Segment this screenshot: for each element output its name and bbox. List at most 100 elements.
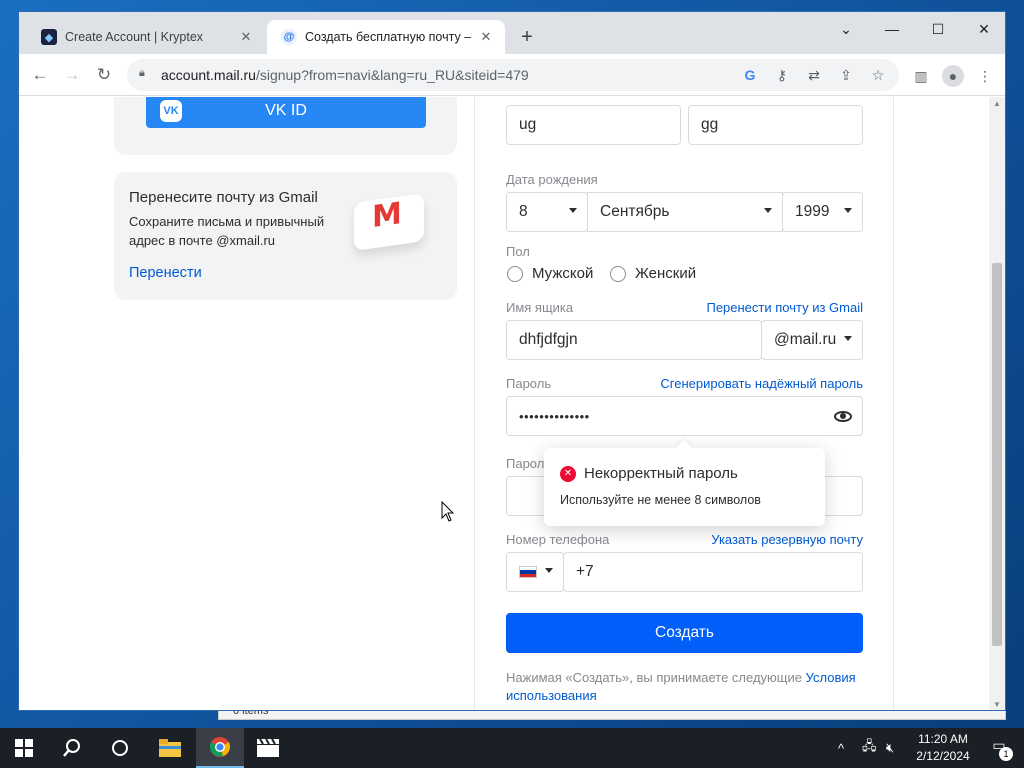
url-host: account.mail.ru	[161, 67, 256, 83]
error-x-icon: ✕	[560, 466, 576, 482]
mouse-cursor-icon	[441, 501, 455, 522]
close-tab-icon[interactable]: ✕	[237, 29, 255, 45]
network-icon[interactable]: 🖧︎	[862, 728, 877, 768]
column-divider	[893, 97, 894, 710]
taskbar-clock[interactable]: 11:20 AM 2/12/2024	[908, 731, 978, 765]
translate-icon[interactable]: ⇄	[803, 65, 825, 85]
password-input[interactable]: ••••••••••••••	[506, 396, 863, 436]
gmail-card-text: Сохраните письма и привычный адрес в поч…	[129, 214, 325, 248]
country-code-select[interactable]	[506, 552, 564, 592]
side-panel-icon[interactable]: ▥	[910, 65, 932, 87]
notification-center-icon[interactable]: ▭ 1	[988, 737, 1013, 761]
google-g-icon[interactable]: G	[739, 65, 761, 85]
new-tab-button[interactable]: +	[515, 25, 539, 49]
gender-female-label: Женский	[635, 265, 697, 282]
profile-avatar-icon[interactable]: ●	[942, 65, 964, 87]
page-scrollbar[interactable]: ▲ ▼	[989, 97, 1005, 710]
column-divider	[474, 97, 475, 710]
notification-count-badge: 1	[999, 747, 1013, 761]
chrome-taskbar-icon[interactable]	[196, 728, 244, 768]
chevron-down-icon	[569, 208, 577, 213]
password-value: ••••••••••••••	[519, 408, 590, 424]
chevron-down-icon	[545, 568, 553, 573]
radio-circle-icon	[610, 265, 626, 282]
vk-id-label: VK ID	[265, 101, 307, 119]
birth-day-select[interactable]: 8	[506, 192, 588, 232]
search-icon[interactable]	[48, 728, 96, 768]
address-bar[interactable]: 🔒︎ account.mail.ru/signup?from=navi&lang…	[127, 59, 899, 91]
close-window-button[interactable]: ✕	[961, 16, 1005, 42]
share-icon[interactable]: ⇪	[835, 65, 857, 85]
show-password-eye-icon[interactable]	[834, 409, 852, 423]
maximize-button[interactable]: ☐	[915, 16, 961, 42]
task-view-icon[interactable]	[96, 728, 144, 768]
scroll-up-arrow-icon[interactable]: ▲	[989, 97, 1005, 111]
url-text[interactable]: account.mail.ru/signup?from=navi&lang=ru…	[161, 67, 529, 83]
windows-taskbar: ^ 🖧︎ 🔇︎ 11:20 AM 2/12/2024 ▭ 1	[0, 728, 1024, 768]
scrollbar-thumb[interactable]	[992, 263, 1002, 646]
minimize-button[interactable]: —	[869, 16, 915, 42]
clock-time: 11:20 AM	[918, 732, 968, 746]
phone-number-input[interactable]: +7	[563, 552, 863, 592]
key-icon[interactable]: ⚷	[771, 65, 793, 85]
browser-window: ◆ Create Account | Kryptex ✕ @ Создать б…	[18, 11, 1006, 711]
mail-domain-select[interactable]: @mail.ru	[761, 320, 863, 360]
first-name-field[interactable]: ug	[506, 105, 681, 145]
radio-circle-icon	[507, 265, 523, 282]
generate-password-link[interactable]: Сгенерировать надёжный пароль	[660, 376, 863, 391]
lock-icon[interactable]: 🔒︎	[139, 67, 145, 80]
volume-muted-icon[interactable]: 🔇︎	[886, 728, 894, 768]
gmail-import-card: Перенесите почту из Gmail Сохраните пись…	[114, 172, 457, 300]
back-arrow-icon[interactable]: ←	[27, 62, 53, 88]
gender-female-radio[interactable]: Женский	[610, 265, 696, 282]
tab-title: Create Account | Kryptex	[65, 30, 204, 44]
browser-toolbar: ← → ↻ 🔒︎ account.mail.ru/signup?from=nav…	[19, 54, 1005, 96]
gender-male-radio[interactable]: Мужской	[507, 265, 593, 282]
gmail-envelope-icon: M	[350, 190, 430, 251]
birth-month-select[interactable]: Сентябрь	[587, 192, 783, 232]
bookmark-star-icon[interactable]: ☆	[867, 65, 889, 85]
backup-email-link[interactable]: Указать резервную почту	[711, 532, 863, 547]
transfer-gmail-link[interactable]: Перенести почту из Gmail	[706, 300, 863, 315]
birth-day-value: 8	[519, 203, 528, 220]
gmail-transfer-link[interactable]: Перенести	[129, 265, 202, 281]
chevron-down-icon	[844, 336, 852, 341]
clock-date: 2/12/2024	[916, 749, 970, 763]
vk-login-card: VK VK ID	[114, 97, 457, 155]
last-name-field[interactable]: gg	[688, 105, 863, 145]
tab-mail-signup[interactable]: @ Создать бесплатную почту — M ✕	[267, 20, 505, 54]
menu-kebab-icon[interactable]: ⋮	[974, 65, 996, 87]
tab-kryptex[interactable]: ◆ Create Account | Kryptex ✕	[27, 20, 265, 54]
russia-flag-icon	[519, 566, 537, 578]
tooltip-subtitle: Используйте не менее 8 символов	[560, 493, 761, 507]
tab-title: Создать бесплатную почту — M	[305, 30, 471, 44]
phone-value: +7	[576, 563, 594, 580]
vk-id-button[interactable]: VK VK ID	[146, 97, 426, 128]
tab-strip: ◆ Create Account | Kryptex ✕ @ Создать б…	[19, 12, 1005, 54]
birth-year-value: 1999	[795, 203, 830, 220]
mail-at-icon: @	[281, 29, 297, 45]
gmail-card-title: Перенесите почту из Gmail	[129, 189, 318, 206]
mail-domain-value: @mail.ru	[774, 331, 837, 348]
show-hidden-icons-chevron[interactable]: ^	[838, 728, 844, 768]
tooltip-title: Некорректный пароль	[584, 465, 738, 482]
close-tab-icon[interactable]: ✕	[477, 29, 495, 45]
reload-icon[interactable]: ↻	[91, 62, 117, 88]
video-editor-clapper-icon[interactable]	[244, 728, 292, 768]
gender-male-label: Мужской	[532, 265, 594, 282]
password-error-tooltip: ✕ Некорректный пароль Используйте не мен…	[544, 439, 825, 526]
chevron-down-icon	[844, 208, 852, 213]
mailbox-name-input[interactable]: dhfjdfgjn	[506, 320, 762, 360]
birthdate-label: Дата рождения	[506, 172, 598, 187]
url-path: /signup?from=navi&lang=ru_RU&siteid=479	[255, 67, 529, 83]
gender-label: Пол	[506, 244, 530, 259]
birth-month-value: Сентябрь	[600, 203, 670, 220]
chevron-down-icon	[764, 208, 772, 213]
birth-year-select[interactable]: 1999	[782, 192, 863, 232]
tab-search-chevron-icon[interactable]: ⌄	[823, 16, 869, 42]
create-account-button[interactable]: Создать	[506, 613, 863, 653]
windows-start-icon[interactable]	[0, 728, 48, 768]
file-explorer-icon[interactable]	[146, 728, 194, 768]
scroll-down-arrow-icon[interactable]: ▼	[989, 698, 1005, 710]
forward-arrow-icon[interactable]: →	[59, 62, 85, 88]
